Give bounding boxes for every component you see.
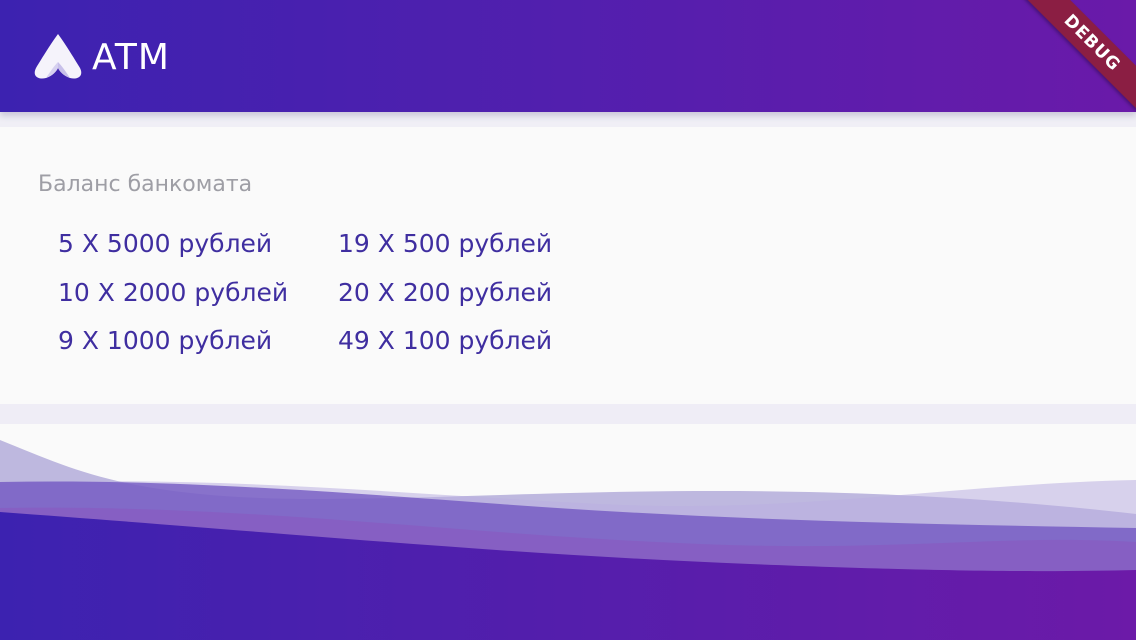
denomination-item: 5 X 5000 рублей <box>58 229 273 258</box>
denomination-item: 19 X 500 рублей <box>338 229 553 258</box>
atm-app: ATM DEBUG Баланс банкомата 5 X 5000 рубл… <box>0 0 1136 640</box>
wave-decoration <box>0 440 1136 640</box>
denomination-item: 49 X 100 рублей <box>338 326 553 355</box>
balance-card <box>0 127 1136 404</box>
denomination-item: 10 X 2000 рублей <box>58 278 289 307</box>
atm-logo-icon <box>34 34 82 79</box>
denomination-item: 9 X 1000 рублей <box>58 326 273 355</box>
section-divider <box>0 404 1136 424</box>
denomination-item: 20 X 200 рублей <box>338 278 553 307</box>
app-title: ATM <box>92 37 170 78</box>
footer-waves <box>0 424 1136 640</box>
balance-title: Баланс банкомата <box>38 172 253 197</box>
app-header: ATM <box>0 0 1136 112</box>
